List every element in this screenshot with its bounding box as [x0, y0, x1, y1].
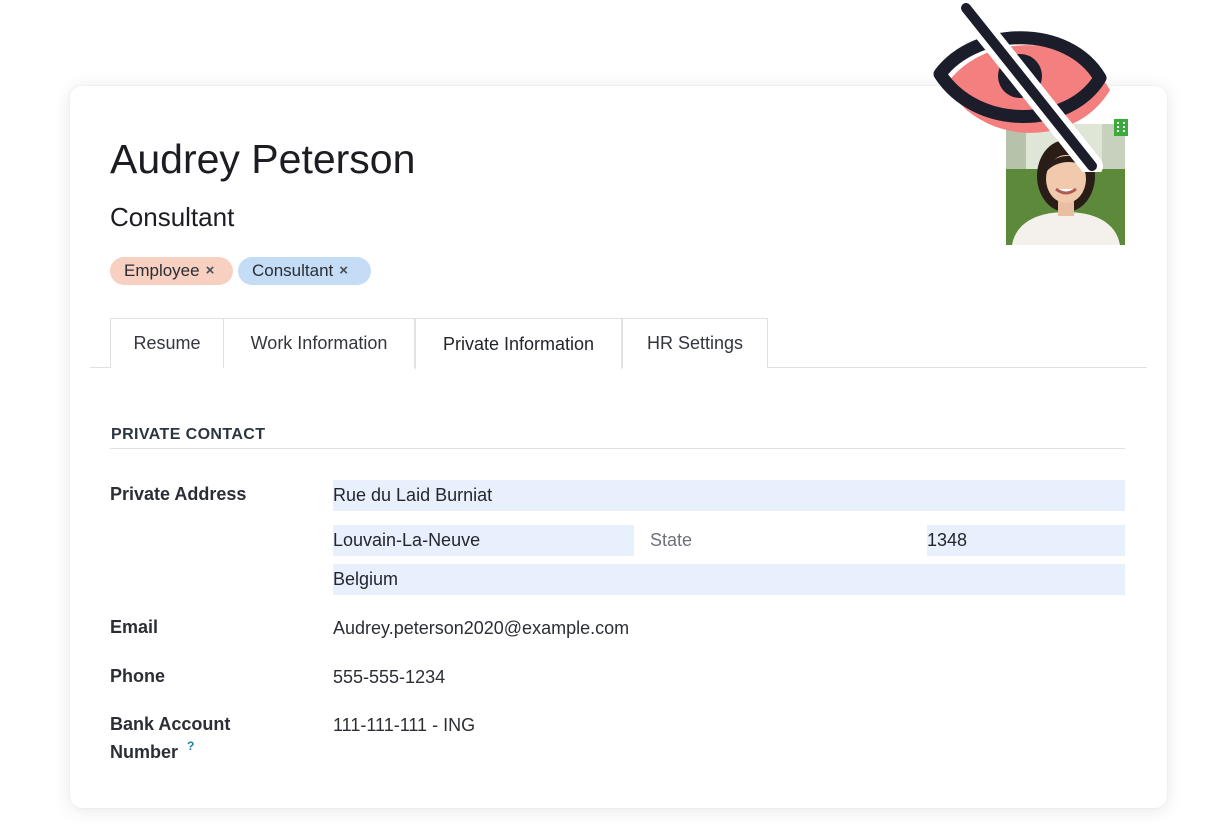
tag-remove-icon[interactable]: × — [339, 257, 348, 285]
phone-label: Phone — [110, 666, 166, 686]
phone-field[interactable]: 555-555-1234 — [333, 666, 445, 688]
tab-resume[interactable]: Resume — [110, 318, 224, 368]
help-tooltip-icon[interactable]: ? — [187, 739, 194, 753]
section-divider — [110, 448, 1125, 449]
city-field[interactable]: Louvain-La-Neuve — [333, 525, 634, 556]
bank-account-label-line1: Bank Account — [110, 714, 231, 734]
employee-form-card — [70, 86, 1167, 808]
job-title[interactable]: Consultant — [110, 202, 234, 233]
tab-hr-settings[interactable]: HR Settings — [622, 318, 768, 368]
tab-work-information[interactable]: Work Information — [223, 318, 415, 368]
state-field[interactable]: State — [650, 525, 910, 556]
bank-account-field[interactable]: 111-111-111 - ING — [333, 714, 475, 736]
employee-name[interactable]: Audrey Peterson — [110, 136, 415, 183]
eye-slash-icon — [933, 2, 1110, 172]
tag-label: Employee — [124, 261, 200, 280]
tag-label: Consultant — [252, 261, 334, 280]
tag-employee[interactable]: Employee × — [110, 257, 233, 285]
email-label: Email — [110, 617, 159, 637]
tab-private-information[interactable]: Private Information — [415, 318, 622, 369]
bank-account-label-line2: Number — [110, 742, 179, 762]
tag-remove-icon[interactable]: × — [206, 257, 215, 285]
building-icon — [1114, 119, 1128, 136]
street-field[interactable]: Rue du Laid Burniat — [333, 480, 1125, 511]
zip-field[interactable]: 1348 — [927, 525, 1125, 556]
tag-consultant[interactable]: Consultant × — [238, 257, 371, 285]
section-title: PRIVATE CONTACT — [111, 426, 266, 443]
country-field[interactable]: Belgium — [333, 564, 1125, 595]
private-address-label: Private Address — [110, 484, 247, 504]
email-field[interactable]: Audrey.peterson2020@example.com — [333, 617, 629, 639]
